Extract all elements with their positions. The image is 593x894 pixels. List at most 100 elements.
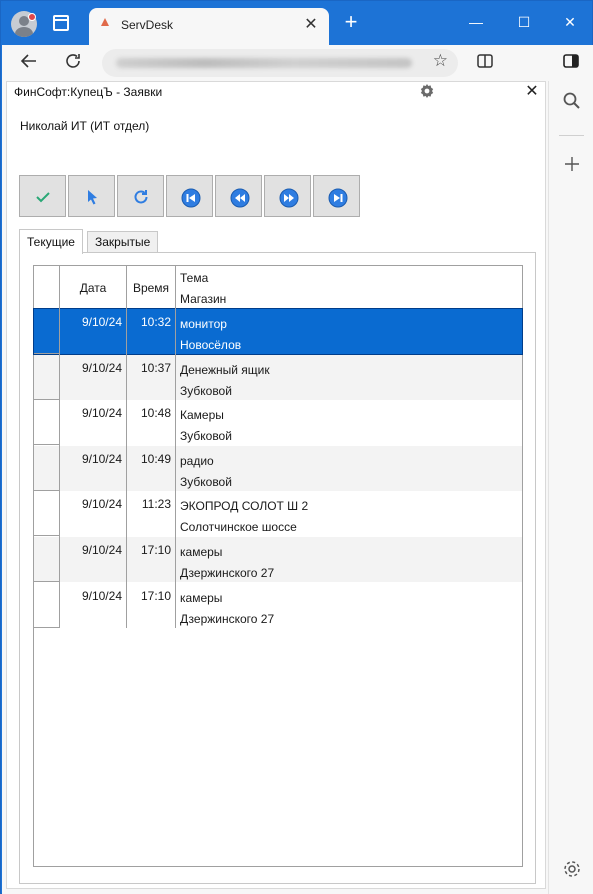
browser-tab-title: ServDesk — [121, 18, 174, 32]
cell-shop: Зубковой — [180, 474, 232, 489]
column-header-date[interactable]: Дата — [60, 266, 127, 309]
previous-record-button[interactable] — [215, 175, 262, 217]
cell-date: 9/10/24 — [60, 309, 127, 354]
profile-body — [15, 27, 33, 37]
cell-shop: Новосёлов — [180, 338, 242, 352]
row-separator — [34, 626, 60, 628]
row-indicator[interactable] — [34, 354, 60, 400]
cell-topic-shop: радио Зубковой — [176, 446, 522, 491]
refresh-button[interactable] — [117, 175, 164, 217]
tab-page-current: Дата Время Тема Магазин 9/10/24 10:32 мони… — [19, 252, 536, 884]
table-row[interactable]: 9/10/24 10:32 монитор Новосёлов — [33, 308, 523, 355]
cell-topic-shop: камеры Дзержинского 27 — [176, 537, 522, 582]
blurred-url — [116, 58, 412, 68]
cell-topic: ЭКОПРОД СОЛОТ Ш 2 — [180, 499, 309, 514]
cell-topic: Денежный ящик — [180, 362, 270, 377]
close-window-button[interactable]: ✕ — [558, 11, 582, 35]
new-tab-button[interactable]: + — [339, 11, 363, 35]
column-header-topic-label: Тема — [180, 271, 209, 285]
select-button[interactable] — [68, 175, 115, 217]
table-row[interactable]: 9/10/24 11:23 ЭКОПРОД СОЛОТ Ш 2 Солотчинско… — [34, 491, 522, 537]
plus-icon[interactable] — [561, 155, 583, 177]
settings-gear-icon[interactable] — [419, 83, 437, 101]
browser-tab-bar: ServDesk ✕ + — ☐ ✕ — [1, 1, 593, 45]
maximize-button[interactable]: ☐ — [512, 11, 536, 35]
first-record-button[interactable] — [166, 175, 213, 217]
check-icon — [36, 192, 50, 203]
grid-header-indicator — [34, 266, 60, 309]
cell-date: 9/10/24 — [60, 354, 127, 400]
servdesk-favicon-icon — [101, 18, 109, 26]
table-row[interactable]: 9/10/24 17:10 камеры Дзержинского 27 — [34, 537, 522, 582]
row-indicator[interactable] — [34, 491, 60, 537]
cell-topic-shop: камеры Дзержинского 27 — [176, 583, 522, 628]
refresh-icon[interactable] — [60, 51, 86, 77]
pointer-icon — [88, 190, 97, 205]
browser-sidebar — [548, 81, 593, 894]
last-record-button[interactable] — [313, 175, 360, 217]
tab-current[interactable]: Текущие — [19, 229, 83, 254]
row-indicator[interactable] — [34, 400, 60, 446]
row-indicator[interactable] — [34, 537, 60, 582]
page-content: ФинСофт:КупецЪ - Заявки ✕ Николай ИТ (ИТ… — [2, 81, 548, 894]
cell-time: 11:23 — [127, 491, 176, 537]
row-indicator[interactable] — [34, 445, 60, 491]
cell-shop: Солотчинское шоссе — [180, 520, 297, 535]
split-screen-icon[interactable] — [472, 51, 498, 77]
servdesk-app-panel: ФинСофт:КупецЪ - Заявки ✕ Николай ИТ (ИТ… — [6, 81, 546, 889]
tickets-grid[interactable]: Дата Время Тема Магазин 9/10/24 10:32 мони… — [33, 265, 523, 867]
row-indicator[interactable] — [34, 309, 60, 354]
tab-closed[interactable]: Закрытые — [87, 231, 159, 253]
cell-topic: камеры — [180, 545, 223, 559]
cell-time: 17:10 — [127, 582, 176, 628]
sidebar-icon[interactable] — [558, 51, 584, 77]
tab-current-label: Текущие — [27, 235, 75, 249]
app-title: ФинСофт:КупецЪ - Заявки — [14, 85, 163, 99]
minimize-button[interactable]: — — [464, 11, 488, 35]
browser-window: ServDesk ✕ + — ☐ ✕ ☆ ФинСофт:КупецЪ - За… — [0, 0, 593, 894]
cell-topic-shop: Денежный ящик Зубковой — [176, 355, 522, 400]
cell-topic-shop: монитор Новосёлов — [176, 309, 522, 354]
cell-shop: Дзержинского 27 — [180, 611, 275, 626]
star-icon[interactable]: ☆ — [433, 51, 448, 71]
table-row[interactable]: 9/10/24 10:49 радио Зубковой — [34, 445, 522, 491]
cell-topic: монитор — [180, 317, 227, 331]
back-arrow-icon[interactable] — [16, 51, 42, 77]
cell-date: 9/10/24 — [60, 582, 127, 628]
address-input[interactable]: ☆ — [102, 49, 458, 77]
app-close-button[interactable]: ✕ — [523, 82, 541, 102]
column-header-shop-label: Магазин — [180, 292, 227, 306]
table-row[interactable]: 9/10/24 17:10 камеры Дзержинского 27 — [34, 582, 522, 628]
first-icon — [181, 188, 201, 208]
cell-topic-shop: ЭКОПРОД СОЛОТ Ш 2 Солотчинское шоссе — [176, 491, 522, 536]
cell-time: 10:48 — [127, 400, 176, 446]
cell-date: 9/10/24 — [60, 400, 127, 446]
cell-shop: Зубковой — [180, 383, 232, 398]
cell-time: 10:49 — [127, 445, 176, 491]
current-user-label: Николай ИТ (ИТ отдел) — [20, 119, 150, 133]
table-row[interactable]: 9/10/24 10:48 Камеры Зубковой — [34, 400, 522, 446]
close-tab-icon[interactable]: ✕ — [301, 15, 321, 35]
table-row[interactable]: 9/10/24 10:37 Денежный ящик Зубковой — [34, 354, 522, 400]
row-indicator[interactable] — [34, 582, 60, 628]
cell-shop: Дзержинского 27 — [180, 566, 275, 580]
next-icon — [279, 188, 299, 208]
browser-tab-servdesk[interactable]: ServDesk ✕ — [89, 8, 329, 45]
profile-notification-badge — [28, 13, 36, 21]
search-icon[interactable] — [561, 91, 583, 113]
grid-header-row: Дата Время Тема Магазин — [34, 266, 522, 309]
cell-date: 9/10/24 — [60, 491, 127, 537]
next-record-button[interactable] — [264, 175, 311, 217]
cell-topic: камеры — [180, 590, 223, 605]
column-header-topic[interactable]: Тема Магазин — [176, 266, 522, 309]
cell-topic: Камеры — [180, 408, 224, 423]
confirm-button[interactable] — [19, 175, 66, 217]
sidebar-divider — [559, 135, 584, 136]
cell-topic-shop: Камеры Зубковой — [176, 400, 522, 445]
gear-icon[interactable] — [561, 859, 583, 881]
cell-date: 9/10/24 — [60, 537, 127, 582]
cell-shop: Зубковой — [180, 429, 232, 444]
tab-actions-icon[interactable] — [53, 15, 69, 31]
last-icon — [328, 188, 348, 208]
column-header-time[interactable]: Время — [127, 266, 176, 309]
